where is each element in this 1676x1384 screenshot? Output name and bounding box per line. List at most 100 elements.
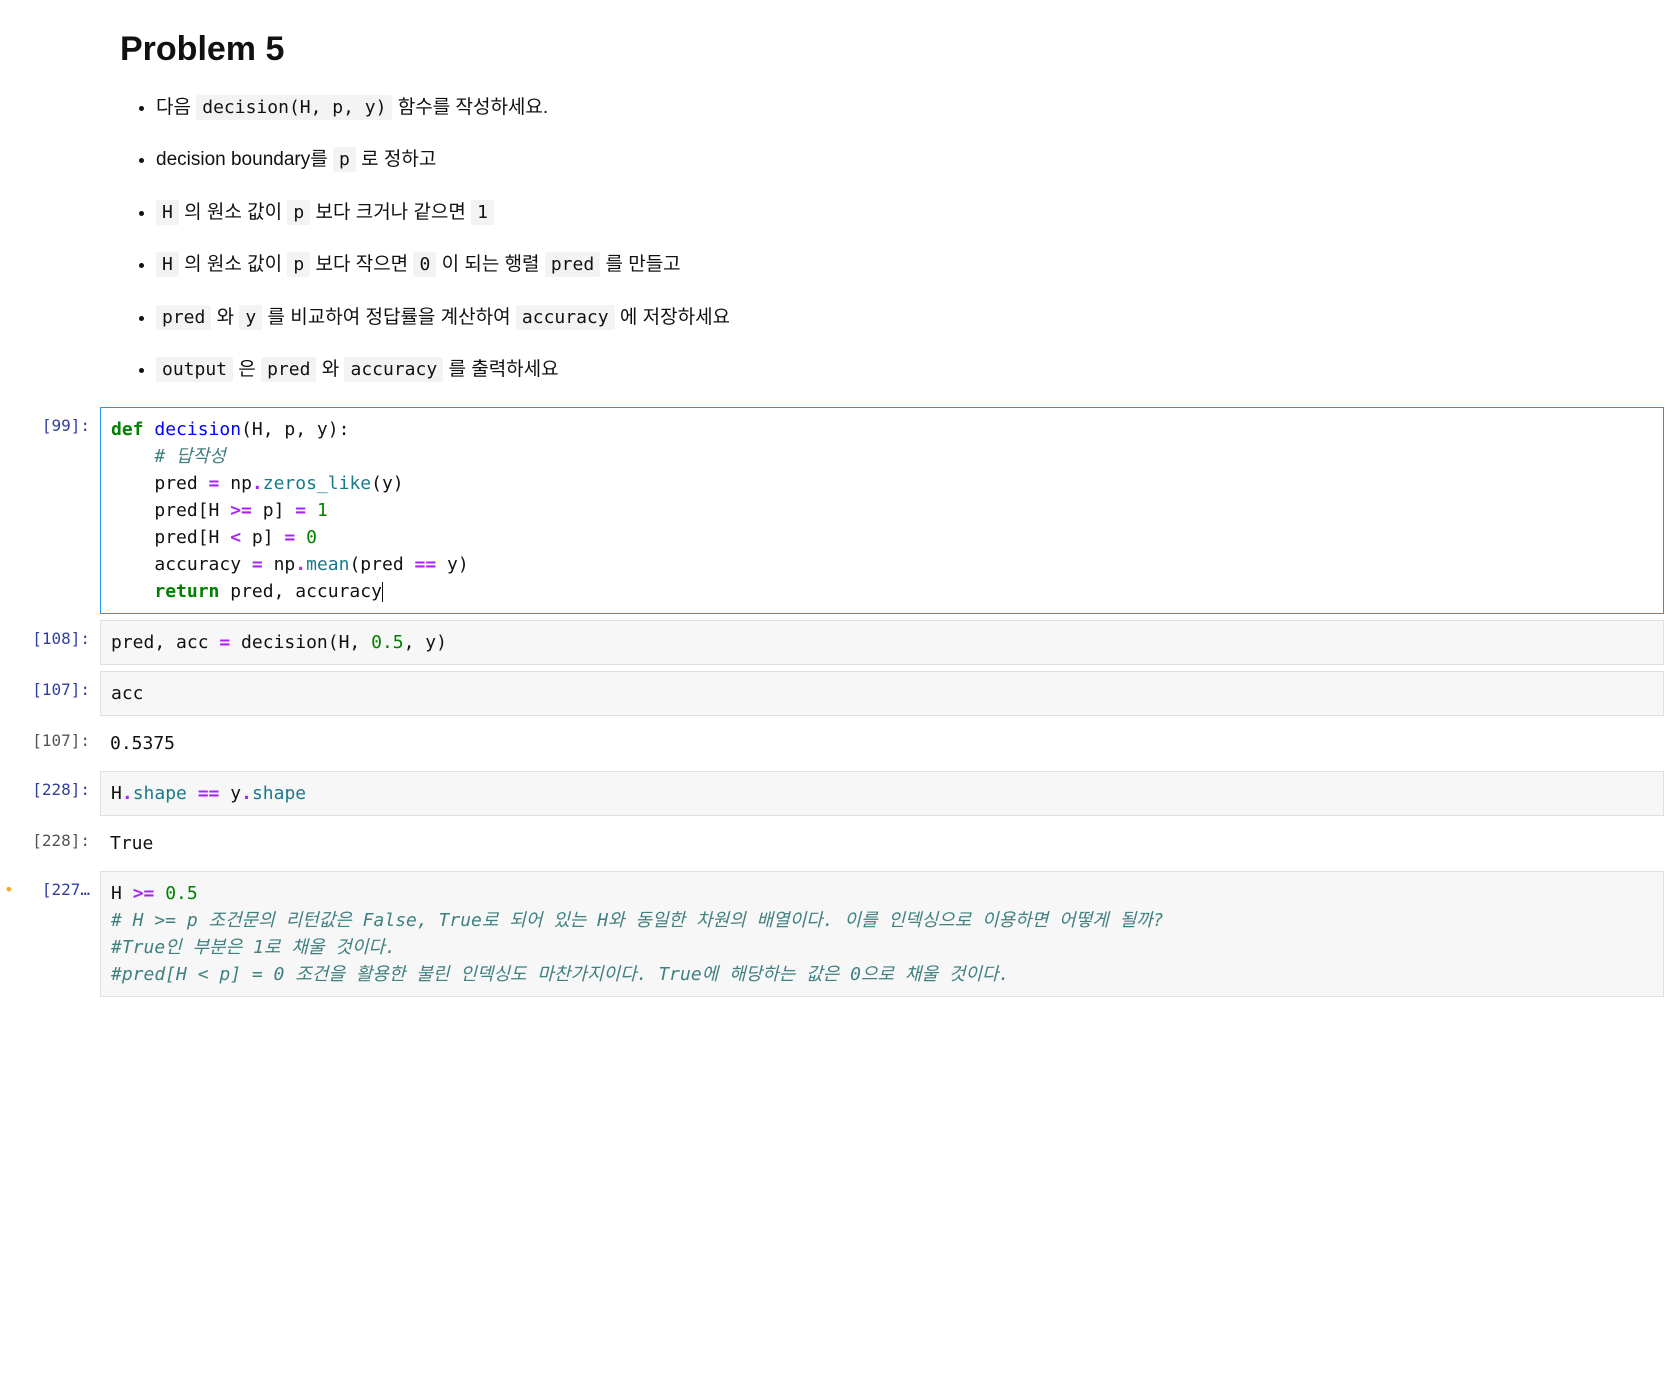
code-accuracy: accuracy [344,357,443,382]
text: np [263,554,296,575]
code-cell-108: [108]: pred, acc = decision(H, 0.5, y) [0,620,1676,665]
code-y: y [239,305,262,330]
indent [111,554,154,575]
op: = [209,473,220,494]
text: 와 [211,307,239,328]
input-prompt: [107]: [0,671,100,701]
code-editor[interactable]: H >= 0.5 # H >= p 조건문의 리턴값은 False, True로… [100,871,1664,997]
code-H: H [156,252,179,277]
op: == [198,783,220,804]
code-accuracy: accuracy [516,305,615,330]
notebook: Problem 5 다음 decision(H, p, y) 함수를 작성하세요… [0,0,1676,1043]
comment: # H >= p 조건문의 리턴값은 False, True로 되어 있는 H와… [111,910,1164,931]
num: 0.5 [165,883,198,904]
code-editor[interactable]: H.shape == y.shape [100,771,1664,816]
code-p: p [287,252,310,277]
code-decision-sig: decision(H, p, y) [196,95,392,120]
code-cell-227: [227… H >= 0.5 # H >= p 조건문의 리턴값은 False,… [0,871,1676,997]
op: . [252,473,263,494]
num: 1 [317,500,328,521]
text: 에 저장하세요 [615,307,730,328]
bullet-3: H 의 원소 값이 p 보다 크거나 같으면 1 [156,198,1656,228]
op: . [122,783,133,804]
code-editor[interactable]: def decision(H, p, y): # 답작성 pred = np.z… [100,407,1664,614]
text: H [111,783,122,804]
text: 와 [316,359,344,380]
text: decision boundary를 [156,149,333,170]
function-name: decision [154,419,241,440]
indent [111,527,154,548]
code-H: H [156,200,179,225]
bullet-5: pred 와 y 를 비교하여 정답률을 계산하여 accuracy 에 저장하… [156,303,1656,333]
text: 의 원소 값이 [179,202,288,223]
text-cursor [382,582,383,602]
output-text: 0.5375 [100,722,1664,765]
text: 은 [233,359,261,380]
indent [111,500,154,521]
bullet-6: output 은 pred 와 accuracy 를 출력하세요 [156,355,1656,385]
code-p: p [333,147,356,172]
code-pred: pred [261,357,316,382]
text: 보다 작으면 [310,254,413,275]
text: pred[H [154,527,230,548]
code-output: output [156,357,233,382]
code-editor[interactable]: acc [100,671,1664,716]
text: accuracy [154,554,252,575]
indent [111,473,154,494]
bullet-1: 다음 decision(H, p, y) 함수를 작성하세요. [156,93,1656,123]
text: 를 출력하세요 [443,359,558,380]
problem-heading: Problem 5 [120,30,1656,69]
indent [111,581,154,602]
problem-bullets: 다음 decision(H, p, y) 함수를 작성하세요. decision… [120,93,1656,385]
attr: zeros_like [263,473,371,494]
op: >= [133,883,155,904]
text: 를 비교하여 정답률을 계산하여 [262,307,516,328]
code-cell-107: [107]: acc [0,671,1676,716]
output-prompt: [228]: [0,822,100,852]
input-prompt: [99]: [0,407,100,437]
text [154,883,165,904]
attr: shape [133,783,187,804]
attr: shape [252,783,306,804]
op: = [295,500,306,521]
code-cell-228: [228]: H.shape == y.shape [0,771,1676,816]
text: 의 원소 값이 [179,254,288,275]
output-text: True [100,822,1664,865]
text: 다음 [156,97,196,118]
keyword-return: return [154,581,219,602]
text: 함수를 작성하세요. [392,97,548,118]
code-editor[interactable]: pred, acc = decision(H, 0.5, y) [100,620,1664,665]
text: pred[H [154,500,230,521]
text: 로 정하고 [356,149,436,170]
op: == [415,554,437,575]
op: = [252,554,263,575]
text: H [111,883,133,904]
code-pred: pred [545,252,600,277]
keyword-def: def [111,419,144,440]
bullet-4: H 의 원소 값이 p 보다 작으면 0 이 되는 행렬 pred 를 만들고 [156,250,1656,280]
code-0: 0 [413,252,436,277]
text [295,527,306,548]
output-cell-228: [228]: True [0,822,1676,865]
signature: (H, p, y): [241,419,349,440]
text [306,500,317,521]
input-prompt: [228]: [0,771,100,801]
text: acc [111,683,144,704]
text: np [219,473,252,494]
comment: #True인 부분은 1로 채울 것이다. [111,937,396,958]
text: , y) [404,632,447,653]
text: pred, acc [111,632,219,653]
code-1: 1 [471,200,494,225]
input-prompt-modified: [227… [0,871,100,901]
indent [111,446,154,467]
text: p] [252,500,295,521]
code-pred: pred [156,305,211,330]
op: . [241,783,252,804]
op: < [230,527,241,548]
markdown-cell: Problem 5 다음 decision(H, p, y) 함수를 작성하세요… [0,30,1676,385]
input-prompt: [108]: [0,620,100,650]
text: 보다 크거나 같으면 [310,202,471,223]
text: decision(H, [230,632,371,653]
op: = [284,527,295,548]
text: (pred [349,554,414,575]
